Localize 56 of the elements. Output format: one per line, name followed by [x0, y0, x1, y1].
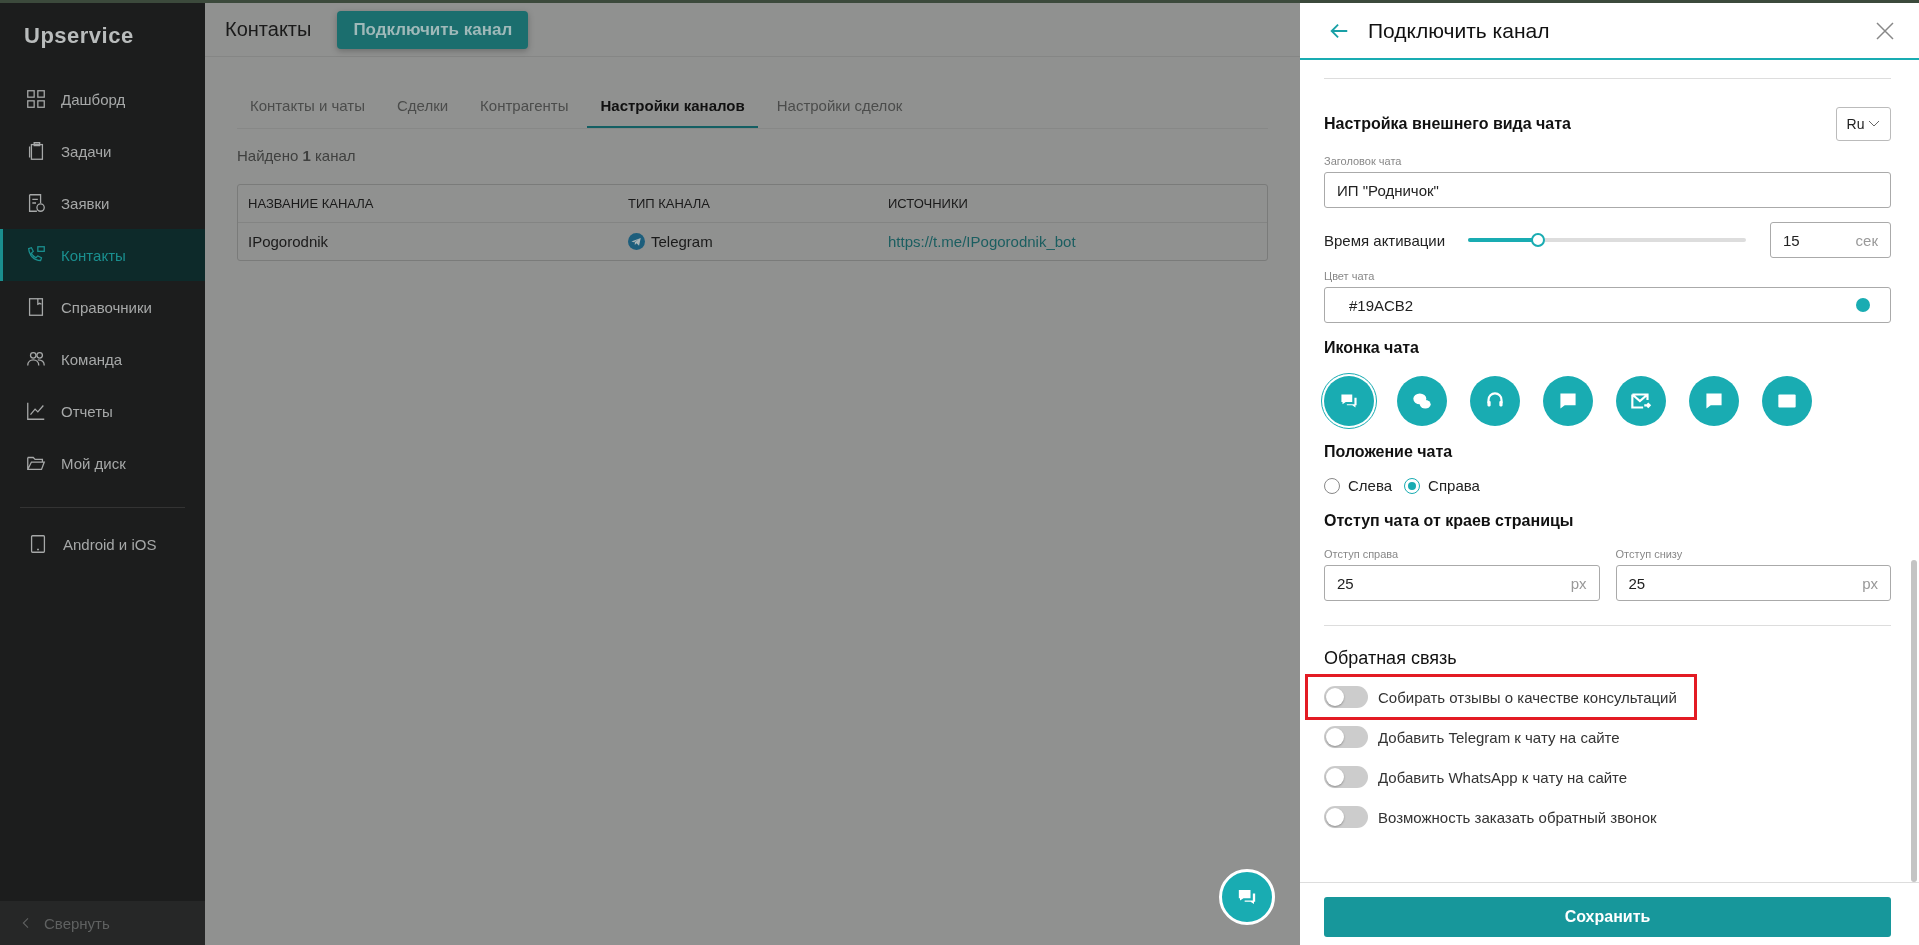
seconds-field[interactable]: 15 сек — [1770, 222, 1891, 258]
sidebar-item[interactable]: Дашборд — [0, 73, 205, 125]
chat-title-field[interactable]: ИП "Родничок" — [1324, 172, 1891, 208]
toggle-label: Возможность заказать обратный звонок — [1378, 808, 1657, 826]
toggle-switch[interactable] — [1324, 766, 1368, 788]
sidebar-item[interactable]: Задачи — [0, 125, 205, 177]
sidebar-item[interactable]: Отчеты — [0, 385, 205, 437]
chevron-down-icon — [1868, 120, 1881, 128]
activation-slider[interactable] — [1468, 233, 1746, 247]
paper-plane-icon — [628, 233, 645, 250]
offset-field[interactable]: 25 px — [1324, 565, 1600, 601]
column-header: ТИП КАНАЛА — [628, 196, 712, 211]
tab[interactable]: Настройки каналов — [587, 87, 758, 128]
section-title: Отступ чата от краев страницы — [1324, 512, 1575, 530]
chat-launcher-button[interactable] — [1219, 869, 1275, 925]
chart-icon — [25, 400, 47, 422]
slider-thumb[interactable] — [1530, 233, 1545, 247]
column-header: ИСТОЧНИКИ — [888, 196, 969, 211]
close-icon — [1875, 20, 1895, 41]
sidebar-item[interactable]: Android и iOS — [0, 524, 205, 564]
color-field[interactable]: #19ACB2 — [1324, 287, 1891, 323]
sidebar-item[interactable]: Справочники — [0, 281, 205, 333]
grid-icon — [25, 88, 47, 110]
sidebar-item[interactable]: Заявки — [0, 177, 205, 229]
save-button[interactable]: Сохранить — [1324, 897, 1891, 937]
toggle-switch[interactable] — [1324, 686, 1368, 708]
sidebar-item[interactable]: Команда — [0, 333, 205, 385]
offset-field[interactable]: 25 px — [1615, 565, 1891, 601]
sidebar-item[interactable]: Контакты — [0, 229, 205, 281]
table-cell: Telegram — [651, 233, 713, 250]
toggle-label: Добавить WhatsApp к чату на сайте — [1378, 768, 1628, 786]
column-header: НАЗВАНИЕ КАНАЛА — [248, 196, 375, 211]
panel-title: Подключить канал — [1368, 18, 1551, 43]
field-label: Время активации — [1324, 231, 1447, 249]
position-radio[interactable]: Справа — [1404, 477, 1480, 494]
result-count: Найдено 1 канал — [237, 147, 357, 164]
field-label: Заголовок чата — [1324, 155, 1403, 167]
toggle-label: Собирать отзывы о качестве консультаций — [1378, 688, 1677, 706]
section-title: Положение чата — [1324, 443, 1454, 461]
field-label: Цвет чата — [1324, 270, 1376, 282]
page-title: Контакты — [225, 18, 312, 41]
language-select[interactable]: Ru — [1836, 107, 1891, 141]
section-title: Обратная связь — [1324, 648, 1458, 669]
close-button[interactable] — [1875, 20, 1895, 41]
field-label: Отступ справа — [1324, 548, 1400, 560]
sidebar-item[interactable]: Мой диск — [0, 437, 205, 489]
field-label: Отступ снизу — [1615, 548, 1684, 560]
section-title: Иконка чата — [1324, 339, 1420, 357]
position-radio[interactable]: Слева — [1324, 477, 1393, 494]
scrollbar[interactable] — [1911, 560, 1917, 882]
toggle-switch[interactable] — [1324, 726, 1368, 748]
toggle-switch[interactable] — [1324, 806, 1368, 828]
logo: Upservice — [23, 22, 135, 50]
table-cell-text: IPogorodnik — [248, 233, 330, 250]
section-title: Настройка внешнего вида чата — [1324, 115, 1571, 133]
toggle-label: Добавить Telegram к чату на сайте — [1378, 728, 1620, 746]
